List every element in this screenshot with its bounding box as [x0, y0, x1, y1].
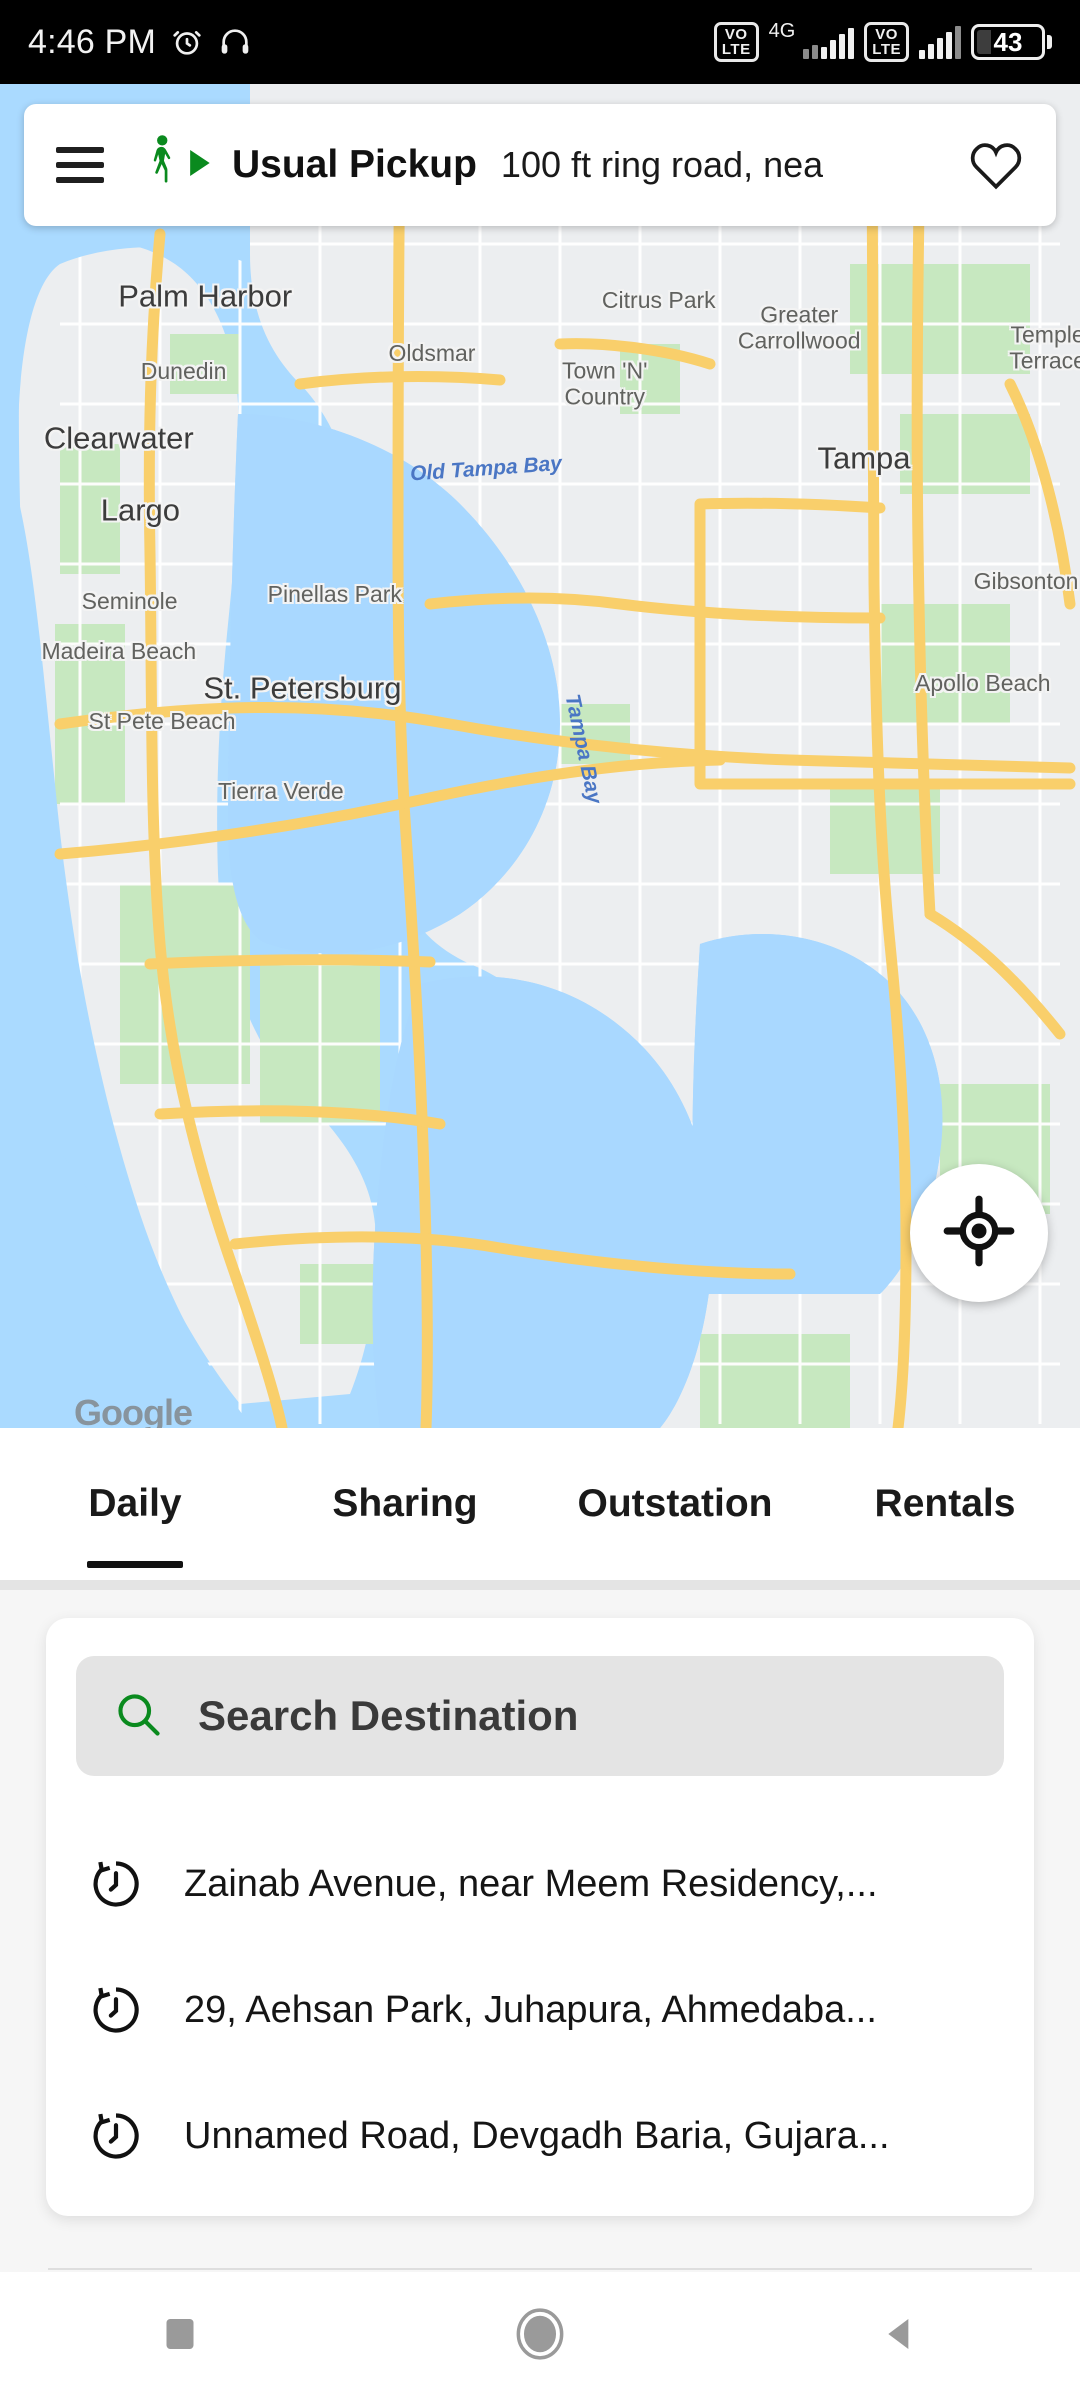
phone-screen: 4:46 PM VO LTE 4G VO LTE 43 Palm Harbor …	[0, 0, 1080, 2400]
tab-label: Outstation	[577, 1482, 773, 1525]
tab-rentals[interactable]: Rentals	[810, 1428, 1080, 1580]
tabs-divider	[0, 1580, 1080, 1590]
tab-label: Sharing	[332, 1482, 478, 1525]
search-destination-card: Search Destination Zainab Avenue, near M…	[46, 1618, 1034, 2216]
search-input[interactable]: Search Destination	[76, 1656, 1004, 1776]
network-type-label: 4G	[768, 19, 796, 42]
pickup-address-text[interactable]: 100 ft ring road, nea	[501, 144, 823, 186]
back-triangle-icon	[880, 2314, 920, 2359]
volte-vo-text: VO	[724, 26, 748, 43]
battery-icon: 43	[971, 24, 1052, 60]
volte-lte-text: LTE	[721, 41, 751, 58]
recents-button[interactable]	[90, 2272, 270, 2400]
recents-square-icon	[162, 2316, 198, 2357]
tab-label: Rentals	[874, 1482, 1016, 1525]
sheet-bottom-divider	[48, 2268, 1032, 2270]
tab-sharing[interactable]: Sharing	[270, 1428, 540, 1580]
tab-outstation[interactable]: Outstation	[540, 1428, 810, 1580]
list-item-label: Unnamed Road, Devgadh Baria, Gujara...	[184, 2114, 890, 2157]
home-button[interactable]	[450, 2272, 630, 2400]
tab-daily[interactable]: Daily	[0, 1428, 270, 1580]
status-bar-left: 4:46 PM	[28, 23, 252, 62]
search-placeholder-text: Search Destination	[198, 1692, 579, 1739]
history-clock-icon	[80, 1982, 152, 2038]
list-item[interactable]: Unnamed Road, Devgadh Baria, Gujara...	[80, 2086, 1000, 2186]
status-bar-right: VO LTE 4G VO LTE 43	[713, 19, 1052, 62]
list-item-label: 29, Aehsan Park, Juhapura, Ahmedaba...	[184, 1988, 877, 2031]
home-circle-icon	[514, 2307, 566, 2365]
history-clock-icon	[80, 1856, 152, 1912]
volte2-lte-text: LTE	[872, 41, 901, 58]
google-attribution-logo: Google	[74, 1392, 193, 1428]
android-navigation-bar	[0, 2272, 1080, 2400]
walking-person-icon	[140, 134, 186, 197]
pickup-header-card[interactable]: Usual Pickup 100 ft ring road, nea	[24, 104, 1056, 226]
sim1-volte-icon: VO LTE	[713, 22, 759, 62]
sim1-signal-bars-icon	[803, 25, 855, 59]
status-bar: 4:46 PM VO LTE 4G VO LTE 43	[0, 0, 1080, 84]
service-tabs: Daily Sharing Outstation Rentals	[0, 1428, 1080, 1580]
my-location-crosshair-icon	[943, 1195, 1015, 1272]
list-item[interactable]: Zainab Avenue, near Meem Residency,...	[80, 1834, 1000, 1934]
battery-percent-text: 43	[993, 27, 1023, 57]
status-clock: 4:46 PM	[28, 22, 157, 61]
pickup-label: Usual Pickup	[232, 143, 477, 186]
my-location-button[interactable]	[910, 1164, 1048, 1302]
list-item[interactable]: 29, Aehsan Park, Juhapura, Ahmedaba...	[80, 1960, 1000, 2060]
sim2-volte-icon: VO LTE	[864, 22, 909, 62]
search-icon	[112, 1688, 164, 1745]
history-clock-icon	[80, 2108, 152, 2164]
headphones-icon	[218, 25, 252, 59]
back-button[interactable]	[810, 2272, 990, 2400]
hamburger-menu-icon[interactable]	[56, 147, 104, 183]
alarm-clock-icon	[170, 25, 204, 59]
walk-mode-indicator	[140, 134, 212, 197]
list-item-label: Zainab Avenue, near Meem Residency,...	[184, 1862, 878, 1905]
sim2-signal-bars-icon	[919, 25, 961, 59]
heart-outline-icon[interactable]	[968, 139, 1024, 191]
tab-label: Daily	[88, 1482, 182, 1525]
volte2-vo-text: VO	[875, 26, 898, 43]
play-arrow-icon	[190, 149, 212, 181]
